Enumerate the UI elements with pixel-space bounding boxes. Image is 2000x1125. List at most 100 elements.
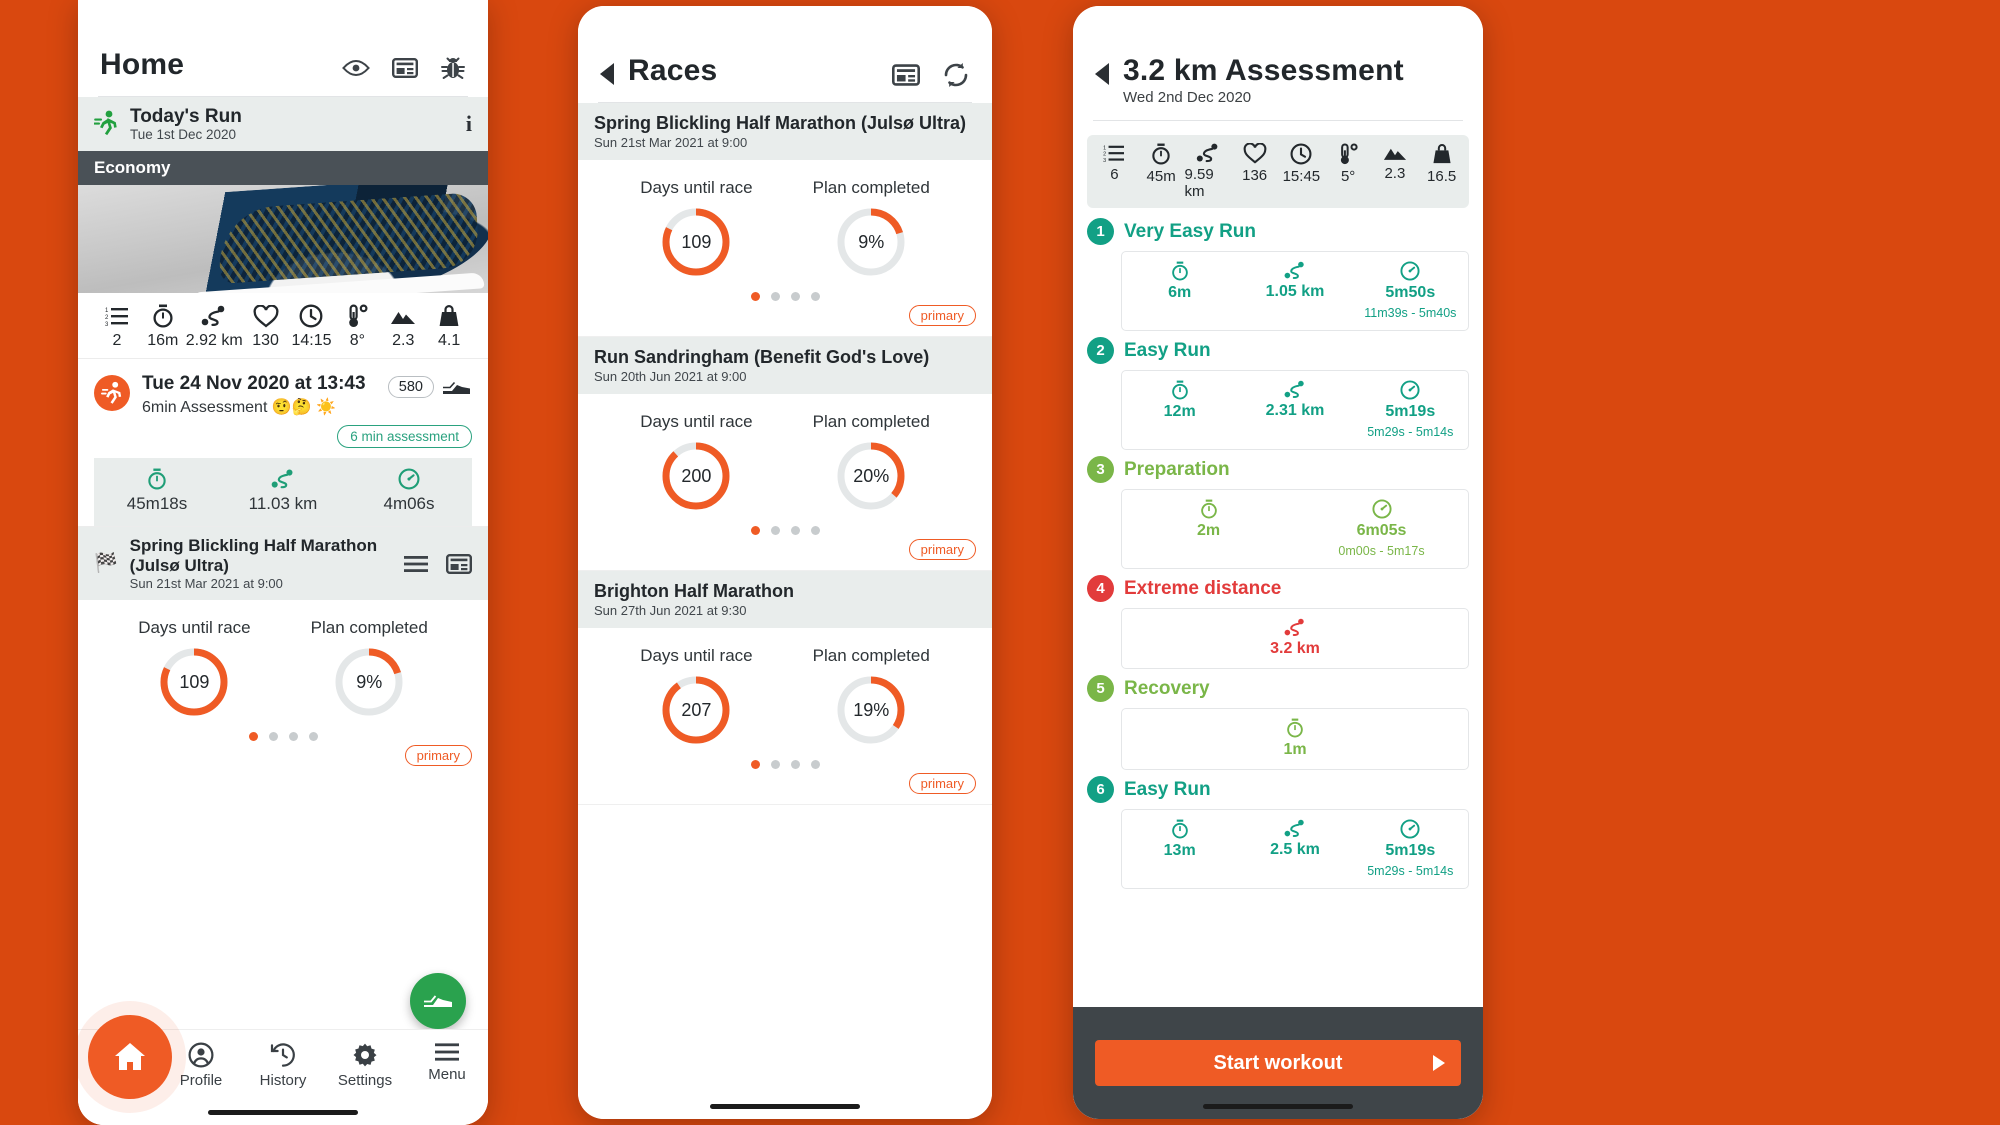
thermometer-icon <box>345 303 369 329</box>
dot[interactable] <box>750 760 760 769</box>
tab-home[interactable] <box>88 1015 172 1099</box>
home-race-card[interactable]: 🏁 Spring Blickling Half Marathon (Julsø … <box>78 526 488 776</box>
workout-step[interactable]: 1 Very Easy Run 6m 1.05 km 5m50s 11m39s … <box>1073 212 1483 331</box>
ring-value: 109 <box>681 231 712 252</box>
dot[interactable] <box>248 732 258 741</box>
list-lines-icon[interactable] <box>404 555 428 573</box>
list-icon: 123 <box>105 303 129 329</box>
primary-tag-row: primary <box>578 773 992 804</box>
dot[interactable] <box>770 760 780 769</box>
metric-value: 5° <box>1340 168 1356 185</box>
ring-label: Plan completed <box>812 412 930 431</box>
race-name: Spring Blickling Half Marathon (Julsø Ul… <box>129 536 378 575</box>
workout-step[interactable]: 4 Extreme distance 3.2 km <box>1073 569 1483 669</box>
tab-history[interactable]: History <box>242 1042 324 1089</box>
metric-value: 16m <box>147 332 179 349</box>
back-caret-icon[interactable] <box>600 63 614 85</box>
race-rings: Days until race 207 Plan completed 19% <box>578 628 992 750</box>
home-header-icons <box>342 48 466 80</box>
days-until-race-ring: 109 <box>660 206 732 278</box>
step-cell: 5m19s 5m29s - 5m14s <box>1353 819 1468 878</box>
step-header: 1 Very Easy Run <box>1087 218 1469 245</box>
step-range: 5m29s - 5m14s <box>1367 864 1454 878</box>
bug-icon[interactable] <box>440 56 466 80</box>
race-card-header: Brighton Half Marathon Sun 27th Jun 2021… <box>578 571 992 628</box>
dot[interactable] <box>810 526 820 535</box>
route-icon <box>201 303 227 329</box>
race-date: Sun 21st Mar 2021 at 9:00 <box>129 576 283 591</box>
dot[interactable] <box>770 292 780 301</box>
dot[interactable] <box>790 760 800 769</box>
race-name: Run Sandringham (Benefit God's Love) <box>594 347 930 367</box>
step-name: Easy Run <box>1124 778 1211 800</box>
workout-step[interactable]: 5 Recovery 1m <box>1073 669 1483 770</box>
phone-races: Races Spring Blickling Half Marathon (Ju… <box>578 6 992 1119</box>
dot[interactable] <box>288 732 298 741</box>
dot[interactable] <box>770 526 780 535</box>
ring-group: Plan completed 20% <box>813 412 930 512</box>
refresh-icon[interactable] <box>942 62 970 88</box>
dot[interactable] <box>268 732 278 741</box>
dot[interactable] <box>810 760 820 769</box>
dot[interactable] <box>308 732 318 741</box>
tab-label: Menu <box>428 1066 466 1083</box>
dot[interactable] <box>750 292 760 301</box>
ring-group: Days until race 200 <box>640 412 753 512</box>
avatar <box>94 375 130 411</box>
tab-profile[interactable]: Profile <box>160 1042 242 1089</box>
carousel-dots[interactable] <box>578 750 992 773</box>
carousel-dots[interactable] <box>578 282 992 305</box>
step-name: Very Easy Run <box>1124 220 1257 242</box>
dot[interactable] <box>790 292 800 301</box>
ring-value: 207 <box>681 699 712 720</box>
step-value: 6m <box>1168 284 1192 301</box>
workout-screen: 3.2 km Assessment Wed 2nd Dec 2020 123 6… <box>1073 6 1483 1119</box>
card-icon[interactable] <box>892 63 920 87</box>
dot[interactable] <box>810 292 820 301</box>
back-caret-icon[interactable] <box>1095 63 1109 85</box>
race-list-item[interactable]: Spring Blickling Half Marathon (Julsø Ul… <box>578 103 992 337</box>
step-value: 1.05 km <box>1265 283 1325 300</box>
clock-icon <box>299 303 323 329</box>
race-date: Sun 27th Jun 2021 at 9:30 <box>594 603 747 618</box>
dot[interactable] <box>750 526 760 535</box>
step-name: Preparation <box>1124 458 1230 480</box>
card-icon[interactable] <box>446 553 472 575</box>
todays-run-bar[interactable]: Today's Run Tue 1st Dec 2020 i <box>78 97 488 151</box>
card-icon[interactable] <box>392 57 418 79</box>
race-rings: Days until race 109 Plan completed 9% <box>578 160 992 282</box>
primary-tag-row: primary <box>78 745 488 776</box>
step-number: 3 <box>1087 456 1114 483</box>
economy-banner: Economy <box>78 151 488 185</box>
step-header: 6 Easy Run <box>1087 776 1469 803</box>
history-entry[interactable]: Tue 24 Nov 2020 at 13:43 6min Assessment… <box>78 358 488 526</box>
entry-stat: 4m06s <box>346 468 472 514</box>
add-run-fab[interactable] <box>410 973 466 1029</box>
step-range: 5m29s - 5m14s <box>1367 425 1454 439</box>
primary-tag-row: primary <box>578 305 992 336</box>
tab-settings[interactable]: Settings <box>324 1042 406 1089</box>
ring-label: Days until race <box>138 618 251 637</box>
race-list-item[interactable]: Brighton Half Marathon Sun 27th Jun 2021… <box>578 571 992 805</box>
workout-step[interactable]: 3 Preparation 2m 6m05s 0m00s - 5m17s <box>1073 450 1483 569</box>
history-entry-text: Tue 24 Nov 2020 at 13:43 6min Assessment… <box>142 373 366 417</box>
metric-item: 4.1 <box>426 303 472 350</box>
race-rings: Days until race 200 Plan completed 20% <box>578 394 992 516</box>
eye-icon[interactable] <box>342 58 370 78</box>
dot[interactable] <box>790 526 800 535</box>
step-details: 12m 2.31 km 5m19s 5m29s - 5m14s <box>1121 370 1469 450</box>
start-workout-button[interactable]: Start workout <box>1095 1040 1461 1086</box>
metric-item: 15:45 <box>1278 143 1325 200</box>
carousel-dots[interactable] <box>78 722 488 745</box>
page-title: Home <box>100 48 185 81</box>
tab-menu[interactable]: Menu <box>406 1042 488 1083</box>
metric-value: 4.1 <box>437 332 461 349</box>
race-list-item[interactable]: Run Sandringham (Benefit God's Love) Sun… <box>578 337 992 571</box>
workout-step[interactable]: 2 Easy Run 12m 2.31 km 5m19s 5m29s - 5m1… <box>1073 331 1483 450</box>
info-icon[interactable]: i <box>466 111 472 137</box>
todays-run-text: Today's Run Tue 1st Dec 2020 <box>130 106 242 142</box>
race-date: Sun 20th Jun 2021 at 9:00 <box>594 369 747 384</box>
carousel-dots[interactable] <box>578 516 992 539</box>
plan-completed-ring: 9% <box>333 646 405 718</box>
workout-step[interactable]: 6 Easy Run 13m 2.5 km 5m19s 5m29s - 5m14… <box>1073 770 1483 889</box>
